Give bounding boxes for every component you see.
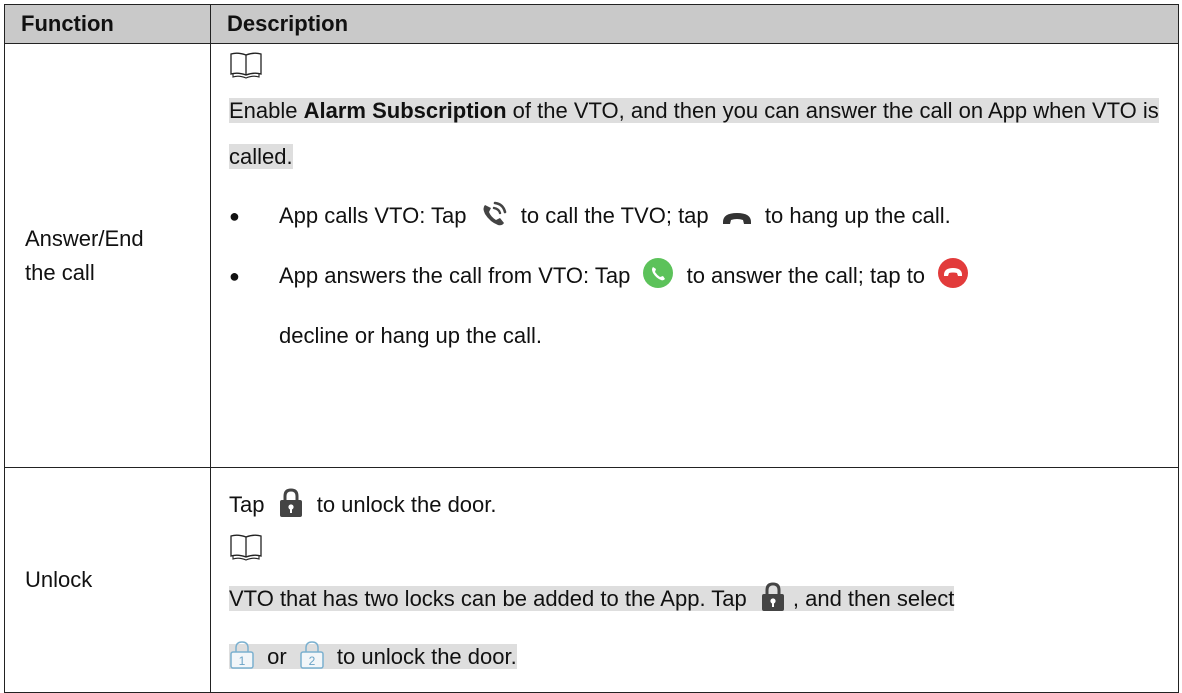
note-unlock: VTO that has two locks can be added to t… [229,570,1166,686]
description-cell-unlock: Tap to unlock the door. VTO that has two… [210,467,1179,693]
note-unlock-text-a: VTO that has two locks can be added to t… [229,586,753,611]
function-table: Function Description Answer/End the call… [4,4,1179,693]
description-cell-answer: Enable Alarm Subscription of the VTO, an… [210,43,1179,468]
bullet2-text-c: decline or hang up the call. [279,323,542,348]
bullet1-text-c: to hang up the call. [758,203,951,228]
note-answer: Enable Alarm Subscription of the VTO, an… [229,88,1166,180]
function-label-unlock: Unlock [25,567,93,592]
lock-1-icon: 1 [229,640,255,670]
red-decline-icon [937,257,969,289]
unlock-icon [277,488,305,518]
function-cell-answer: Answer/End the call [4,43,211,468]
list-item: ● App calls VTO: Tap to call the TVO; ta… [229,186,1166,246]
unlock-text-a: Tap [229,492,271,517]
bullet-dot: ● [229,266,240,286]
bullet2-text-a: App answers the call from VTO: Tap [279,263,637,288]
green-answer-icon [642,257,674,289]
note-unlock-text-c: or [261,644,293,669]
note-unlock-text-d: to unlock the door. [330,644,517,669]
bullet2-text-b: to answer the call; tap to [680,263,932,288]
note-book-icon [229,532,1166,562]
lock-2-icon: 2 [299,640,325,670]
call-phone-icon [479,199,509,229]
unlock-icon [759,582,787,612]
function-cell-unlock: Unlock [4,467,211,693]
hang-up-icon [721,209,753,229]
table-row: Unlock Tap to unlock the door. VTO that … [4,467,1179,693]
unlock-line: Tap to unlock the door. [229,480,1166,530]
header-function: Function [4,4,211,44]
table-row: Answer/End the call Enable Alarm Subscri… [4,43,1179,468]
function-label-answer: Answer/End the call [25,225,144,285]
table-header-row: Function Description [4,4,1179,44]
bullet1-text-a: App calls VTO: Tap [279,203,473,228]
note-text-prefix: Enable [229,98,304,123]
note-unlock-text-b: , and then select [792,586,955,611]
note-book-icon [229,50,1166,80]
header-description: Description [210,4,1179,44]
unlock-text-b: to unlock the door. [310,492,497,517]
bullet1-text-b: to call the TVO; tap [514,203,715,228]
svg-text:2: 2 [308,654,315,668]
list-item: ● App answers the call from VTO: Tap to … [229,246,1166,366]
bullet-dot: ● [229,206,240,226]
alarm-subscription-label: Alarm Subscription [303,98,507,123]
svg-text:1: 1 [239,654,246,668]
